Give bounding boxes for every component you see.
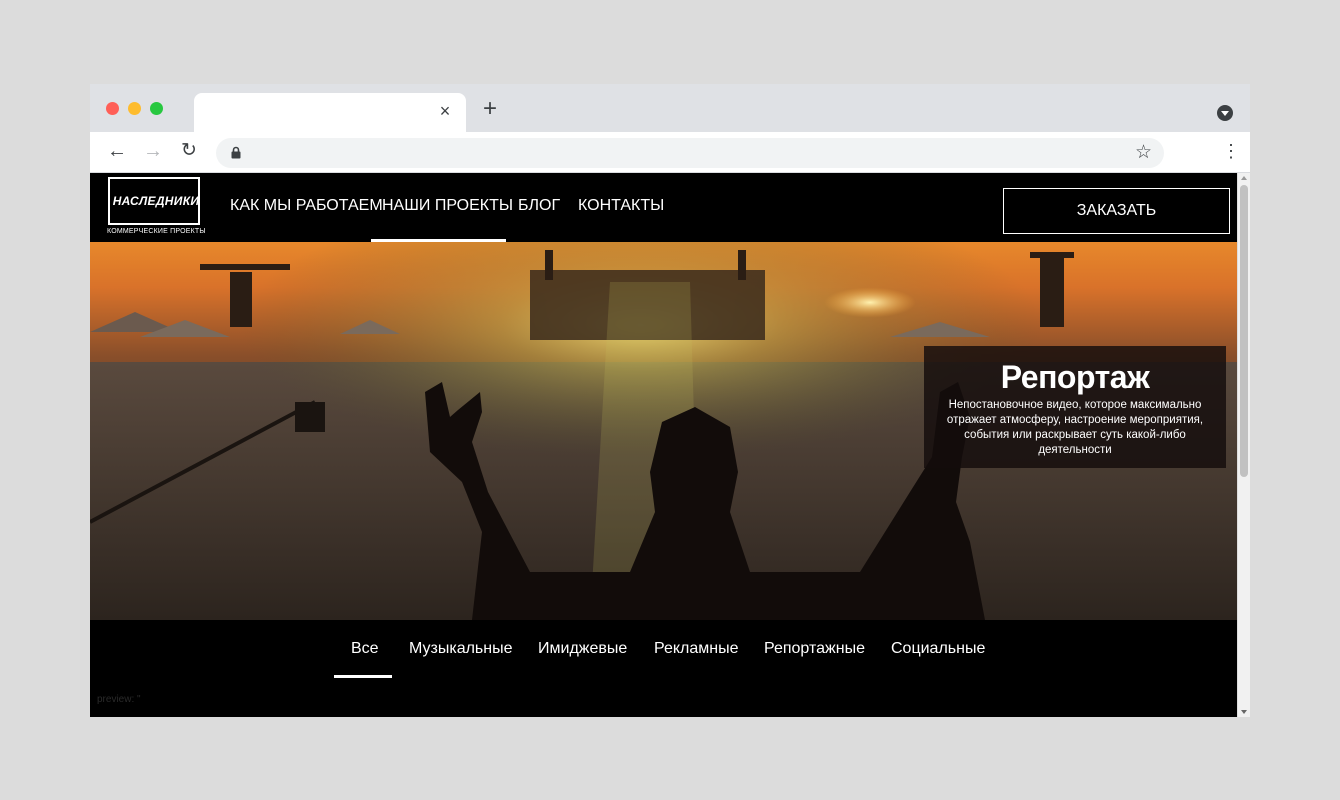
address-bar[interactable]: ☆ [216, 138, 1164, 168]
forward-arrow-icon[interactable]: → [142, 140, 164, 162]
page-viewport: НАСЛЕДНИКИ КОММЕРЧЕСКИЕ ПРОЕКТЫ КАК МЫ Р… [90, 173, 1250, 717]
scroll-thumb[interactable] [1240, 185, 1248, 477]
lock-icon [231, 146, 241, 159]
browser-toolbar: ← → ↻ ☆ ⋮ [90, 132, 1250, 173]
logo-text: НАСЛЕДНИКИ [112, 194, 200, 208]
new-tab-icon[interactable]: + [480, 97, 500, 121]
tab-search-icon[interactable] [1217, 105, 1233, 121]
project-filter-bar: Все Музыкальные Имиджевые Рекламные Репо… [90, 620, 1237, 717]
scroll-down-arrow-icon[interactable] [1241, 710, 1247, 714]
order-button[interactable]: ЗАКАЗАТЬ [1003, 188, 1230, 234]
hero-title: Репортаж [1000, 359, 1150, 395]
preview-text: preview: " [97, 694, 141, 705]
more-menu-icon[interactable]: ⋮ [1222, 141, 1240, 161]
filter-all[interactable]: Все [351, 640, 379, 658]
hero-caption: Репортаж Непостановочное видео, которое … [924, 346, 1226, 468]
nav-contacts[interactable]: КОНТАКТЫ [578, 197, 664, 215]
nav-our-projects[interactable]: НАШИ ПРОЕКТЫ [382, 197, 513, 215]
browser-window: × + ← → ↻ ☆ ⋮ НАСЛЕДНИКИ КОММЕРЧЕСКИЕ ПР… [90, 84, 1250, 717]
close-window-button[interactable] [106, 102, 119, 115]
site-header: НАСЛЕДНИКИ КОММЕРЧЕСКИЕ ПРОЕКТЫ КАК МЫ Р… [90, 173, 1237, 242]
minimize-window-button[interactable] [128, 102, 141, 115]
filter-social[interactable]: Социальные [891, 640, 985, 658]
hero-description: Непостановочное видео, которое максималь… [946, 399, 1204, 456]
filter-reportage[interactable]: Репортажные [764, 640, 865, 658]
browser-tab[interactable]: × [194, 93, 466, 132]
reload-icon[interactable]: ↻ [178, 140, 200, 162]
filter-image[interactable]: Имиджевые [538, 640, 627, 658]
page-scrollbar[interactable] [1237, 173, 1250, 717]
active-filter-indicator [334, 675, 392, 678]
logo-frame: НАСЛЕДНИКИ [108, 177, 200, 225]
bookmark-star-icon[interactable]: ☆ [1135, 142, 1152, 164]
logo-subtitle: КОММЕРЧЕСКИЕ ПРОЕКТЫ [107, 228, 206, 235]
nav-how-we-work[interactable]: КАК МЫ РАБОТАЕМ [230, 197, 383, 215]
site-logo[interactable]: НАСЛЕДНИКИ КОММЕРЧЕСКИЕ ПРОЕКТЫ [107, 177, 206, 239]
back-arrow-icon[interactable]: ← [106, 140, 128, 162]
filter-music[interactable]: Музыкальные [409, 640, 513, 658]
nav-blog[interactable]: БЛОГ [518, 197, 560, 215]
hero-banner: Репортаж Непостановочное видео, которое … [90, 242, 1237, 620]
filter-advertising[interactable]: Рекламные [654, 640, 739, 658]
maximize-window-button[interactable] [150, 102, 163, 115]
tab-strip: × + [90, 84, 1250, 132]
tab-close-icon[interactable]: × [436, 102, 454, 120]
scroll-up-arrow-icon[interactable] [1241, 176, 1247, 180]
